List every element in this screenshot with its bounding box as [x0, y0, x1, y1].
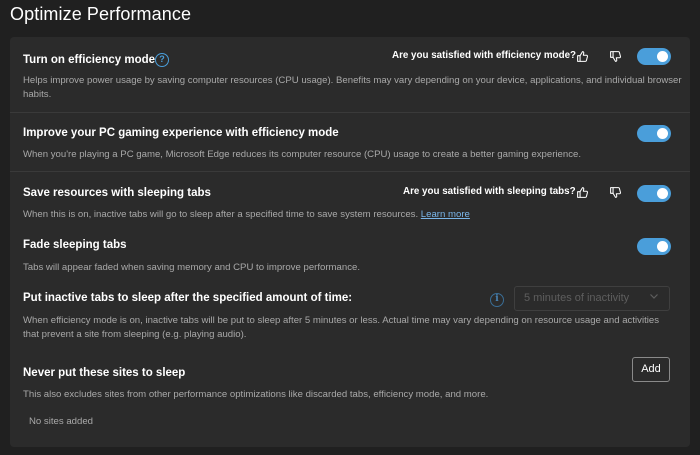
- toggle-knob: [657, 241, 668, 252]
- thumbs-down-icon[interactable]: [607, 48, 623, 64]
- chevron-down-icon: [649, 287, 659, 310]
- efficiency-feedback-question: Are you satisfied with efficiency mode?: [392, 50, 577, 61]
- thumbs-up-icon[interactable]: [574, 48, 590, 64]
- no-sites-message: No sites added: [29, 416, 93, 427]
- sleeping-tabs-desc: When this is on, inactive tabs will go t…: [23, 208, 683, 222]
- sleep-timeout-value: 5 minutes of inactivity: [524, 292, 630, 304]
- inactive-tabs-desc: When efficiency mode is on, inactive tab…: [23, 315, 660, 340]
- gaming-title: Improve your PC gaming experience with e…: [23, 127, 339, 139]
- sleep-timeout-select[interactable]: 5 minutes of inactivity: [514, 286, 670, 311]
- gaming-desc: When you're playing a PC game, Microsoft…: [23, 149, 582, 160]
- sleeping-tabs-desc-text: When this is on, inactive tabs will go t…: [23, 209, 419, 220]
- efficiency-mode-desc: Helps improve power usage by saving comp…: [23, 75, 682, 100]
- inactive-tabs-title: Put inactive tabs to sleep after the spe…: [23, 292, 353, 304]
- fade-tabs-toggle[interactable]: [637, 238, 671, 255]
- never-sleep-desc: This also excludes sites from other perf…: [23, 389, 489, 400]
- fade-tabs-title: Fade sleeping tabs: [23, 239, 127, 251]
- efficiency-mode-title: Turn on efficiency mode: [23, 54, 156, 66]
- sleeping-tabs-title: Save resources with sleeping tabs: [23, 187, 211, 199]
- thumbs-down-icon[interactable]: [607, 184, 623, 200]
- add-site-button[interactable]: Add: [632, 357, 670, 382]
- gaming-toggle[interactable]: [637, 125, 671, 142]
- toggle-knob: [657, 128, 668, 139]
- info-circle-icon[interactable]: i: [490, 293, 504, 307]
- question-circle-icon[interactable]: ?: [155, 53, 169, 67]
- page-title: Optimize Performance: [10, 4, 192, 24]
- toggle-knob: [657, 51, 668, 62]
- efficiency-mode-toggle[interactable]: [637, 48, 671, 65]
- learn-more-link[interactable]: Learn more: [421, 209, 470, 220]
- sleeping-feedback-question: Are you satisfied with sleeping tabs?: [403, 186, 576, 197]
- divider: [10, 171, 690, 172]
- divider: [10, 112, 690, 113]
- toggle-knob: [657, 188, 668, 199]
- settings-card: Turn on efficiency mode ? Are you satisf…: [10, 37, 690, 447]
- never-sleep-title: Never put these sites to sleep: [23, 367, 186, 379]
- sleeping-tabs-toggle[interactable]: [637, 185, 671, 202]
- fade-tabs-desc: Tabs will appear faded when saving memor…: [23, 262, 361, 273]
- thumbs-up-icon[interactable]: [574, 184, 590, 200]
